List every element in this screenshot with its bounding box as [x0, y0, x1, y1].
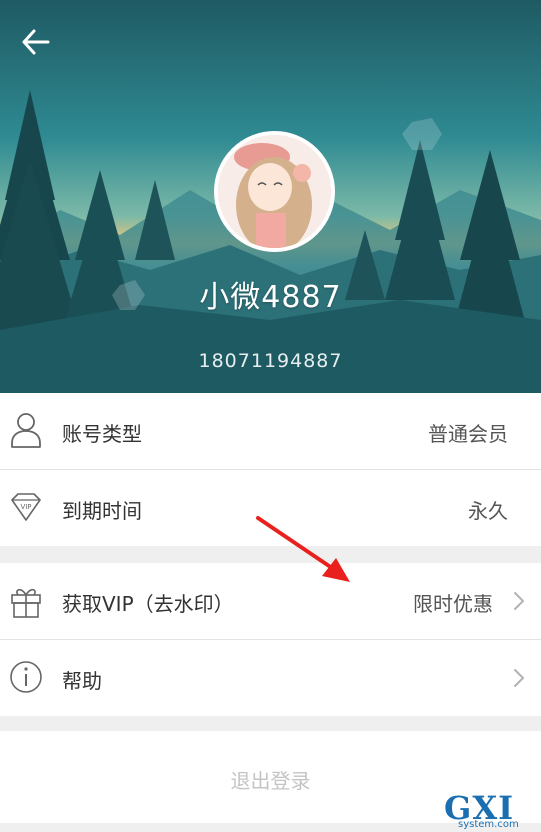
- avatar-image: [218, 135, 331, 248]
- back-arrow-icon: [22, 29, 50, 55]
- back-button[interactable]: [16, 24, 56, 60]
- get-vip-label: 获取VIP（去水印）: [62, 592, 234, 616]
- nickname: 小微4887: [199, 280, 342, 315]
- svg-text:VIP: VIP: [20, 503, 31, 511]
- gift-icon: [11, 588, 41, 618]
- watermark-subtext: system.com: [458, 819, 519, 830]
- vip-diamond-icon: VIP: [11, 493, 41, 521]
- user-icon: [11, 413, 41, 448]
- chevron-right-icon: [514, 669, 524, 687]
- expiry-label: 到期时间: [62, 499, 142, 523]
- expiry-value: 永久: [468, 499, 508, 523]
- profile-header: 小微4887 18071194887: [0, 0, 541, 393]
- chevron-right-icon: [514, 592, 524, 610]
- info-icon: [10, 661, 42, 693]
- account-type-label: 账号类型: [62, 422, 142, 446]
- help-label: 帮助: [62, 669, 102, 693]
- help-row[interactable]: 帮助: [0, 640, 541, 716]
- phone-number: 18071194887: [198, 350, 343, 372]
- avatar[interactable]: [214, 131, 335, 252]
- account-type-row: 账号类型 普通会员: [0, 393, 541, 469]
- limited-offer-value: 限时优惠: [413, 592, 493, 616]
- annotation-arrow-icon: [256, 516, 350, 582]
- account-type-value: 普通会员: [428, 422, 508, 446]
- site-watermark: GXI网 system.com: [444, 787, 541, 832]
